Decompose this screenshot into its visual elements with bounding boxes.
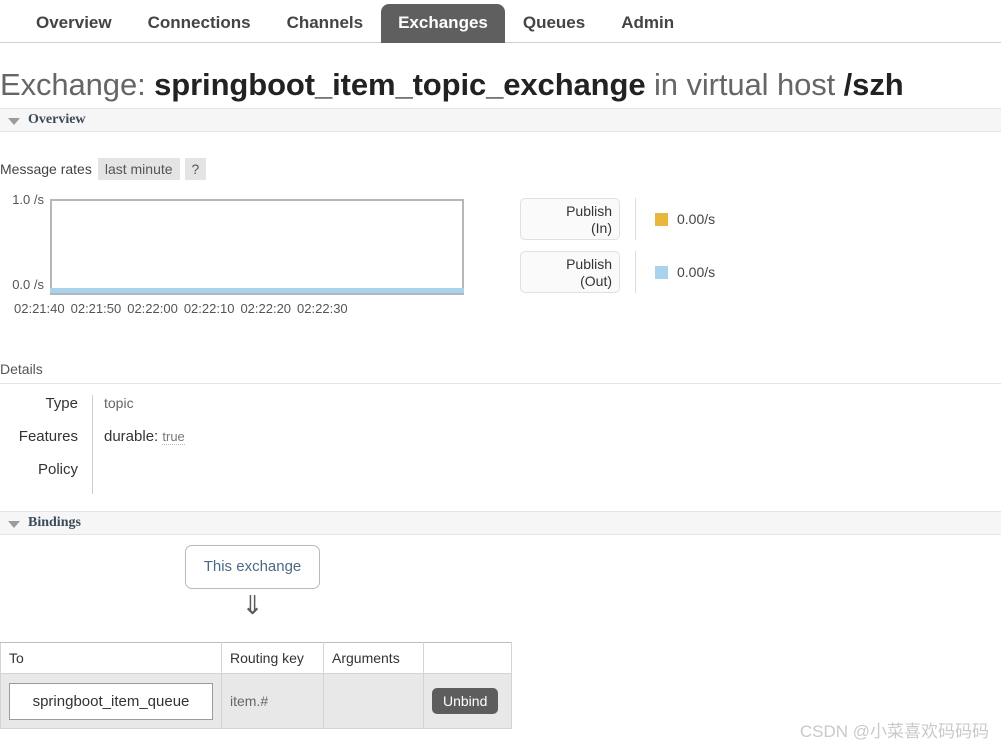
bindings-column-actions xyxy=(423,642,512,674)
nav-tab-overview[interactable]: Overview xyxy=(18,4,130,43)
nav-tab-admin[interactable]: Admin xyxy=(603,4,692,43)
this-exchange-box[interactable]: This exchange xyxy=(185,545,320,589)
details-key-type: Type xyxy=(45,395,78,412)
nav-tab-connections[interactable]: Connections xyxy=(130,4,269,43)
main-navigation: Overview Connections Channels Exchanges … xyxy=(0,0,1001,43)
bindings-cell-actions: Unbind xyxy=(423,673,512,729)
legend-divider xyxy=(635,251,636,293)
legend-row-publish-out: Publish (Out) 0.00/s xyxy=(520,251,750,293)
details-key-policy: Policy xyxy=(37,461,78,478)
collapse-triangle-icon xyxy=(8,521,20,528)
legend-value-publish-out: 0.00/s xyxy=(677,264,716,280)
chart-x-tick: 02:22:20 xyxy=(240,301,292,316)
legend-swatch-publish-out xyxy=(655,265,668,279)
page-title-prefix: Exchange: xyxy=(0,67,155,102)
nav-tab-channels-label: Channels xyxy=(286,13,364,32)
legend-button-publish-out[interactable]: Publish (Out) xyxy=(520,251,620,293)
bindings-cell-arguments xyxy=(323,673,424,729)
bindings-column-arguments: Arguments xyxy=(323,642,424,674)
bindings-cell-to: springboot_item_queue xyxy=(0,673,222,729)
bindings-table-header-row: To Routing key Arguments xyxy=(0,642,512,674)
section-header-bindings-label: Bindings xyxy=(28,515,81,530)
message-rates-chart-plot-area xyxy=(50,199,464,295)
details-divider xyxy=(0,383,1001,384)
chart-x-axis-tick-labels: 02:21:40 02:21:50 02:22:00 02:22:10 02:2… xyxy=(14,301,484,316)
message-rates-controls: Message rates last minute ? xyxy=(0,158,211,180)
nav-tab-admin-label: Admin xyxy=(621,13,675,32)
chart-y-axis-min-label: 0.0 /s xyxy=(12,277,44,292)
legend-row-publish-in: Publish (In) 0.00/s xyxy=(520,198,750,240)
details-value-features: durable: true xyxy=(93,428,185,445)
watermark: CSDN @小菜喜欢码码码 xyxy=(799,722,989,741)
details-row-policy: Policy xyxy=(0,461,420,494)
legend-button-publish-out-line1: Publish xyxy=(566,256,612,272)
details-key-features: Features xyxy=(18,428,78,445)
exchange-name: springboot_item_topic_exchange xyxy=(154,67,646,102)
chart-x-tick: 02:22:00 xyxy=(127,301,178,316)
chart-legend: Publish (In) 0.00/s Publish (Out) 0.00/s xyxy=(520,198,750,304)
nav-tab-overview-label: Overview xyxy=(36,13,112,32)
bindings-column-routing-key: Routing key xyxy=(221,642,324,674)
section-header-bindings[interactable]: Bindings xyxy=(0,511,1001,535)
rates-help-button[interactable]: ? xyxy=(184,158,207,180)
nav-tab-queues-label: Queues xyxy=(522,13,586,32)
chart-x-tick: 02:22:10 xyxy=(183,301,235,316)
chart-series-publish-out-line xyxy=(50,288,464,293)
nav-tab-channels[interactable]: Channels xyxy=(269,4,382,43)
details-row-features: Features durable: true xyxy=(0,428,420,461)
page-title: Exchange: springboot_item_topic_exchange… xyxy=(0,67,904,103)
queue-link[interactable]: springboot_item_queue xyxy=(9,682,213,720)
legend-button-publish-in-line2: (In) xyxy=(591,220,612,236)
legend-button-publish-in-line1: Publish xyxy=(566,203,612,219)
chart-x-tick: 02:22:30 xyxy=(297,301,348,316)
legend-value-publish-in: 0.00/s xyxy=(677,211,716,227)
bindings-cell-routing-key: item.# xyxy=(221,673,324,729)
details-column-divider xyxy=(92,461,93,494)
nav-tab-exchanges-label: Exchanges xyxy=(398,13,488,32)
details-row-type: Type topic xyxy=(0,395,420,428)
legend-button-publish-out-line2: (Out) xyxy=(580,273,612,289)
nav-tab-connections-label: Connections xyxy=(147,13,251,32)
nav-tab-queues[interactable]: Queues xyxy=(505,4,603,43)
rates-period-button[interactable]: last minute xyxy=(97,158,180,180)
section-header-overview[interactable]: Overview xyxy=(0,108,1001,132)
chart-x-tick: 02:21:40 xyxy=(14,301,65,316)
bindings-column-to: To xyxy=(0,642,222,674)
binding-down-arrow-icon: ⇓ xyxy=(241,590,264,620)
nav-spacer xyxy=(0,33,18,43)
nav-tab-exchanges[interactable]: Exchanges xyxy=(381,4,505,43)
unbind-button[interactable]: Unbind xyxy=(432,688,499,714)
details-value-type: topic xyxy=(104,395,134,411)
details-value-features-flag: true xyxy=(162,429,185,445)
details-value-features-text: durable: xyxy=(104,428,159,445)
legend-button-publish-in[interactable]: Publish (In) xyxy=(520,198,620,240)
chart-y-axis-max-label: 1.0 /s xyxy=(12,192,44,207)
section-header-overview-label: Overview xyxy=(28,112,86,127)
details-table: Type topic Features durable: true Policy xyxy=(0,395,420,494)
chart-x-tick: 02:21:50 xyxy=(70,301,122,316)
legend-divider xyxy=(635,198,636,240)
details-heading: Details xyxy=(0,361,43,377)
bindings-table-row: springboot_item_queue item.# Unbind xyxy=(0,673,512,729)
message-rates-label: Message rates xyxy=(0,161,92,177)
bindings-table: To Routing key Arguments springboot_item… xyxy=(0,642,512,729)
legend-swatch-publish-in xyxy=(655,212,668,226)
virtual-host-name: /szh xyxy=(843,67,904,102)
page-title-middle: in virtual host xyxy=(645,67,844,102)
collapse-triangle-icon xyxy=(8,118,20,125)
